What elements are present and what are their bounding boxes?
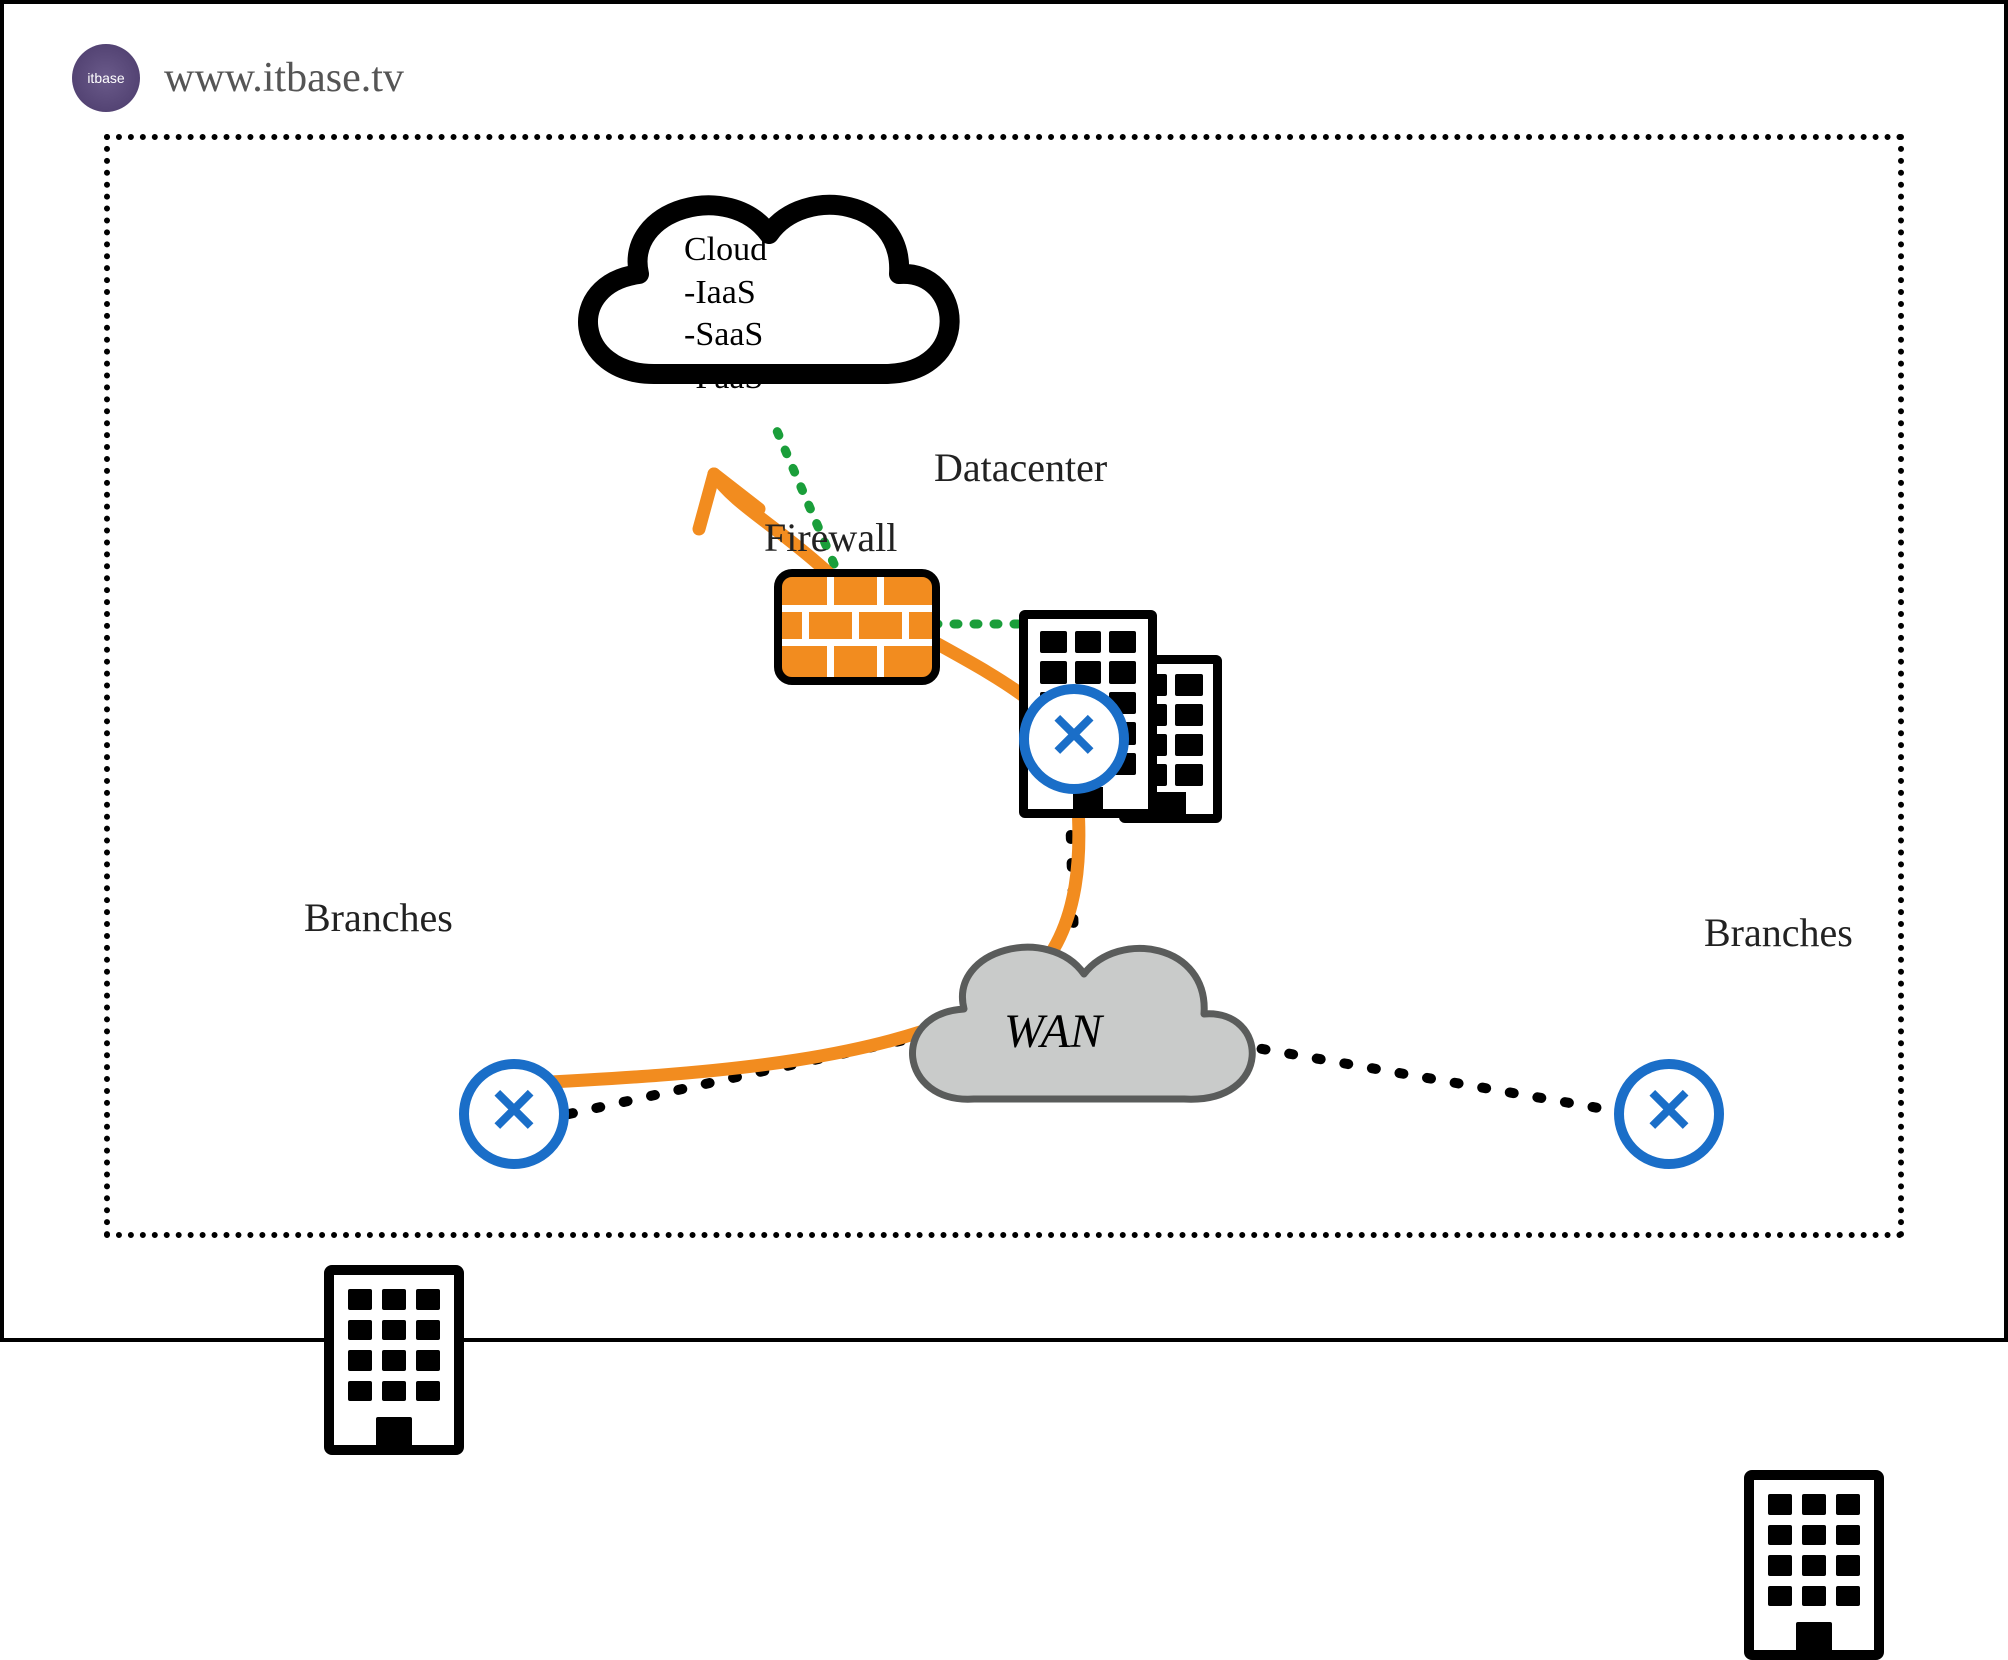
branch-right-building-icon bbox=[1744, 1470, 1884, 1660]
cloud-text: Cloud -IaaS -SaaS -PaaS bbox=[684, 229, 904, 399]
logo-icon: itbase bbox=[72, 44, 140, 112]
branch-left-router-icon: ✕ bbox=[459, 1059, 569, 1169]
branch-left-label: Branches bbox=[304, 894, 453, 941]
logo-text: itbase bbox=[87, 70, 124, 86]
wan-label: WAN bbox=[1004, 1004, 1102, 1059]
header-url: www.itbase.tv bbox=[164, 54, 404, 102]
branch-left-building-icon bbox=[324, 1265, 464, 1455]
branch-right-label: Branches bbox=[1704, 909, 1853, 956]
cloud-title: Cloud bbox=[684, 229, 904, 272]
cloud-item-paas: -PaaS bbox=[684, 357, 904, 400]
datacenter-label: Datacenter bbox=[934, 444, 1107, 491]
firewall-label: Firewall bbox=[764, 514, 897, 561]
firewall-icon bbox=[774, 569, 940, 685]
diagram-canvas: itbase www.itbase.tv Cloud -IaaS -SaaS -… bbox=[0, 0, 2008, 1342]
cloud-item-saas: -SaaS bbox=[684, 314, 904, 357]
cloud-item-iaas: -IaaS bbox=[684, 272, 904, 315]
datacenter-router-icon: ✕ bbox=[1019, 684, 1129, 794]
branch-right-router-icon: ✕ bbox=[1614, 1059, 1724, 1169]
